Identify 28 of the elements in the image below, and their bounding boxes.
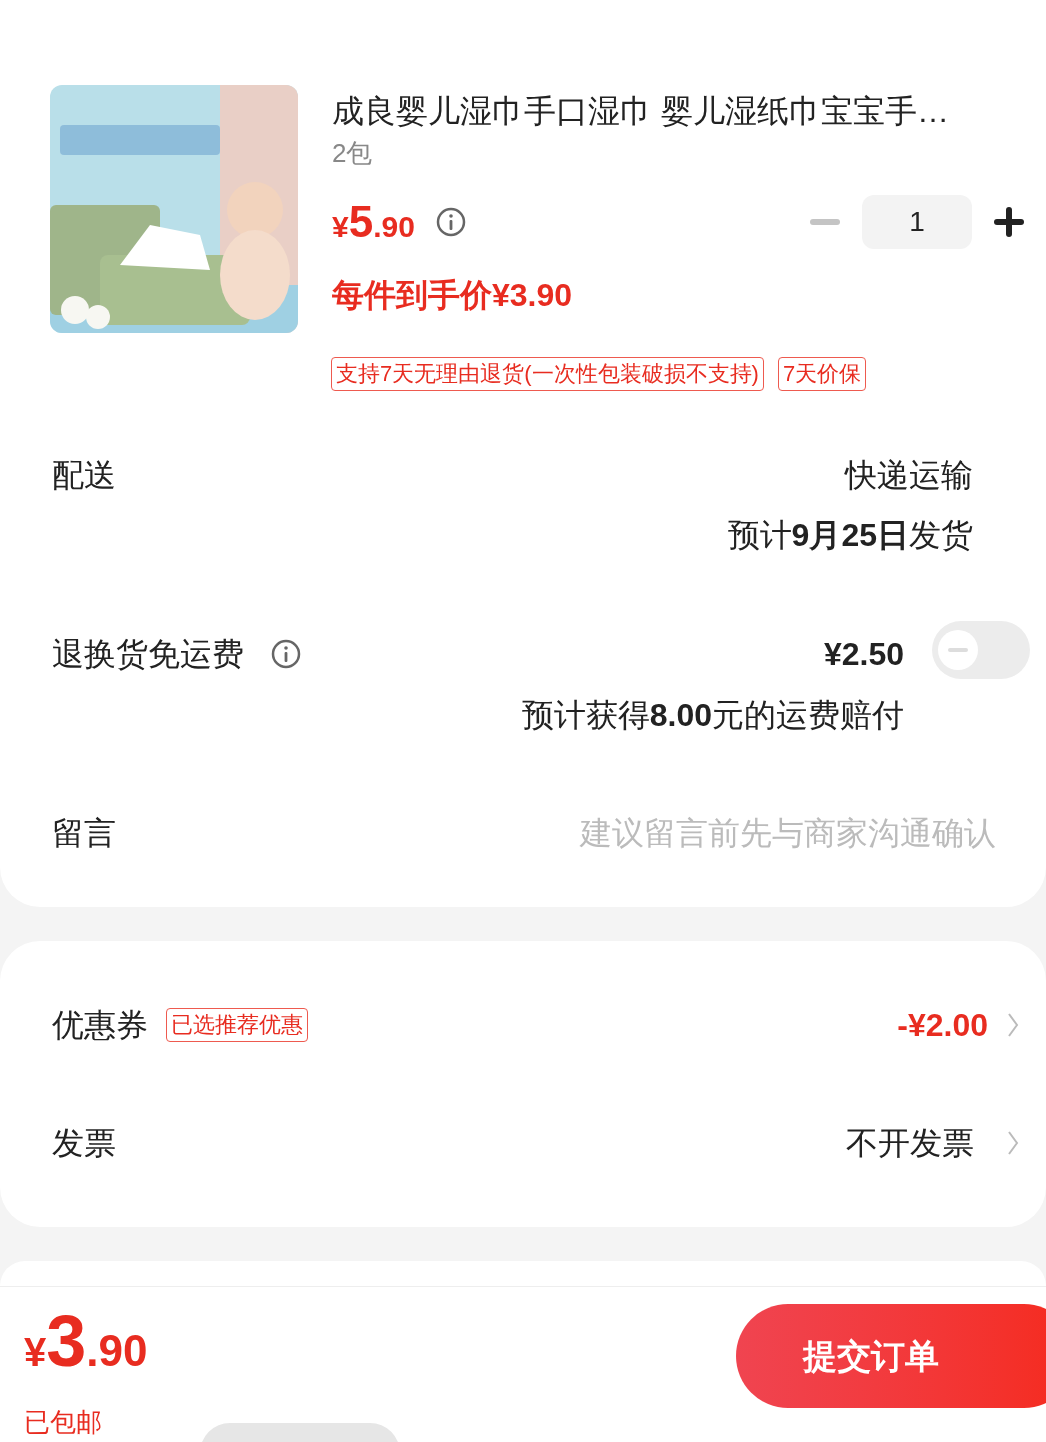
product-title: 成良婴儿湿巾手口湿巾 婴儿湿纸巾宝宝手… (332, 92, 950, 131)
delivery-label: 配送 (52, 456, 116, 495)
quantity-field[interactable]: 1 (862, 195, 972, 249)
invoice-label: 发票 (52, 1124, 116, 1163)
submit-order-button[interactable]: 提交订单 (736, 1304, 1046, 1408)
service-tag: 7天价保 (777, 357, 867, 391)
message-label: 留言 (52, 814, 116, 853)
return-shipping-label: 退换货免运费 (52, 635, 244, 674)
invoice-value[interactable]: 不开发票 (846, 1119, 974, 1167)
service-tag: 支持7天无理由退货(一次性包装破损不支持) (331, 357, 764, 391)
coupon-discount[interactable]: -¥2.00 (897, 1001, 988, 1049)
plus-icon[interactable] (994, 207, 1024, 237)
delivery-date: 预计9月25日发货 (727, 516, 973, 555)
message-field[interactable]: 建议留言前先与商家沟通确认 (476, 809, 996, 857)
total-price: ¥3.90 (24, 1300, 148, 1383)
return-shipping-price: ¥2.50 (823, 635, 904, 674)
chevron-right-icon (1006, 1011, 1020, 1039)
product-price: ¥5.90 (332, 196, 415, 248)
coupon-label: 优惠券 (52, 1006, 148, 1045)
product-spec: 2包 (332, 137, 374, 169)
info-icon[interactable] (270, 638, 302, 670)
net-price: 每件到手价¥3.90 (332, 276, 574, 315)
compensation-note: 预计获得8.00元的运费赔付 (521, 696, 904, 735)
chevron-right-icon (1006, 1129, 1020, 1157)
delivery-method[interactable]: 快递运输 (845, 451, 973, 499)
info-icon[interactable] (434, 206, 467, 238)
shipping-note: 已包邮 (24, 1406, 103, 1439)
coupon-badge: 已选推荐优惠 (166, 1008, 308, 1042)
